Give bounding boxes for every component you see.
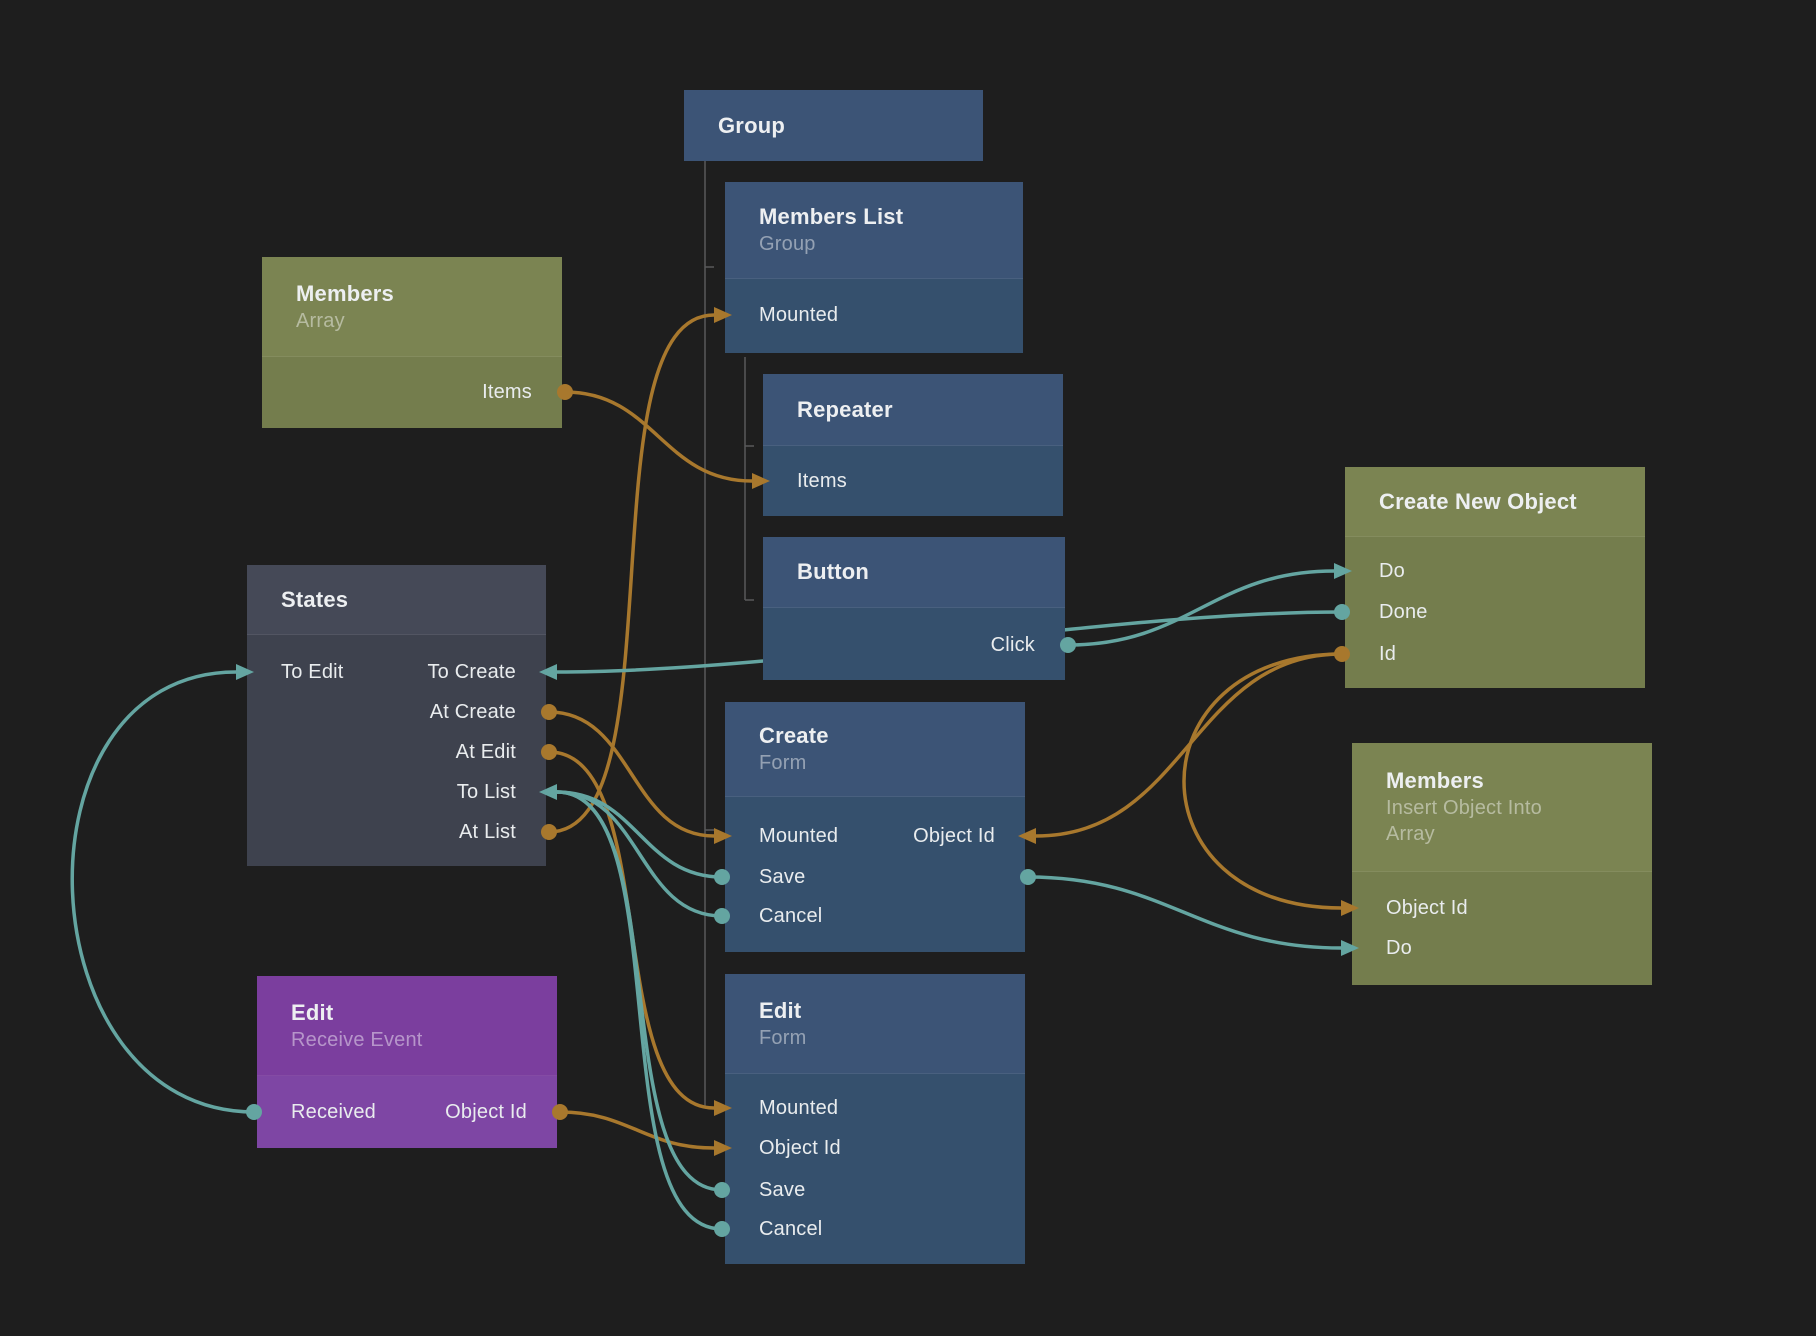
node-repeater[interactable]: Repeater Items [763, 374, 1063, 516]
node-title: Edit [291, 999, 493, 1027]
wire-create_form.save--states.to_list[interactable] [557, 792, 722, 877]
node-graph-canvas[interactable]: GroupMembers ListGroupMountedMembersArra… [0, 0, 1816, 1336]
node-button[interactable]: Button Click [763, 537, 1065, 680]
wire-states.at_list--members_list.mounted[interactable] [549, 315, 714, 832]
port-states-at_list[interactable]: At List [459, 819, 516, 845]
port-create_form-object_id[interactable]: Object Id [913, 823, 995, 849]
node-title: Members List [759, 203, 959, 231]
wire-states.at_create--create_form.mounted[interactable] [549, 712, 714, 836]
port-states-at_create[interactable]: At Create [430, 699, 516, 725]
port-states-to_edit[interactable]: To Edit [281, 659, 344, 685]
node-title: Edit [759, 997, 961, 1025]
wire-members_array.items--repeater.items[interactable] [565, 392, 752, 481]
node-subtitle: Form [759, 1025, 961, 1051]
port-button-click[interactable]: Click [991, 632, 1035, 658]
node-create_form[interactable]: CreateForm Mounted Object Id Save Cancel [725, 702, 1025, 952]
port-states-at_edit[interactable]: At Edit [456, 739, 516, 765]
port-create_new_object-done[interactable]: Done [1379, 599, 1428, 625]
node-members_array[interactable]: MembersArray Items [262, 257, 562, 428]
node-header: Members ListGroup [725, 182, 1023, 279]
port-create_form-cancel[interactable]: Cancel [759, 903, 822, 929]
port-members_list-mounted[interactable]: Mounted [759, 302, 838, 328]
port-edit_receive-received[interactable]: Received [291, 1099, 376, 1125]
node-title: Create [759, 722, 961, 750]
node-members_list[interactable]: Members ListGroup Mounted [725, 182, 1023, 353]
node-subtitle: Form [759, 750, 961, 776]
port-members_insert-do[interactable]: Do [1386, 935, 1412, 961]
wire-create_form.cancel--states.to_list[interactable] [557, 792, 722, 916]
port-create_new_object-id[interactable]: Id [1379, 641, 1396, 667]
port-states-to_list[interactable]: To List [457, 779, 516, 805]
port-create_form-save[interactable]: Save [759, 864, 805, 890]
port-create_form-mounted[interactable]: Mounted [759, 823, 838, 849]
node-title: Group [718, 112, 919, 140]
node-title: Button [797, 558, 1001, 586]
node-header: EditReceive Event [257, 976, 557, 1076]
node-header: Button [763, 537, 1065, 608]
node-header: Group [684, 90, 983, 161]
node-create_new_object[interactable]: Create New Object Do Done Id [1345, 467, 1645, 688]
port-members_insert-object_id[interactable]: Object Id [1386, 895, 1468, 921]
node-subtitle: Insert Object Into Array [1386, 795, 1588, 847]
port-edit_receive-object_id[interactable]: Object Id [445, 1099, 527, 1125]
node-header: MembersArray [262, 257, 562, 357]
wire-edit_form.save--states.to_list[interactable] [557, 792, 722, 1190]
node-edit_receive[interactable]: EditReceive Event Received Object Id [257, 976, 557, 1148]
port-repeater-items[interactable]: Items [797, 468, 847, 494]
port-members_array-items[interactable]: Items [482, 379, 532, 405]
wire-edit_receive.received--states.to_edit[interactable] [72, 672, 254, 1112]
node-header: Repeater [763, 374, 1063, 446]
node-subtitle: Array [296, 308, 498, 334]
port-edit_form-cancel[interactable]: Cancel [759, 1216, 822, 1242]
node-title: States [281, 586, 482, 614]
wire-create_new_object.id--create_form.object_id[interactable] [1036, 654, 1342, 836]
node-header: Create New Object [1345, 467, 1645, 537]
node-title: Members [1386, 767, 1588, 795]
node-title: Repeater [797, 396, 999, 424]
node-header: CreateForm [725, 702, 1025, 797]
wire-create_new_object.id--members_insert.object_id[interactable] [1184, 654, 1342, 908]
node-states[interactable]: States To Edit To Create At Create At Edit To… [247, 565, 546, 866]
node-group[interactable]: Group [684, 90, 983, 161]
node-header: States [247, 565, 546, 635]
node-subtitle: Group [759, 231, 959, 257]
wire-button.click--create_new_object.do[interactable] [1068, 571, 1334, 645]
wire-edit_form.cancel--states.to_list[interactable] [557, 792, 722, 1229]
node-header: EditForm [725, 974, 1025, 1074]
wire-states.at_edit--edit_form.mounted[interactable] [549, 752, 714, 1108]
node-title: Members [296, 280, 498, 308]
wire-create_form.save_r--members_insert.do[interactable] [1028, 877, 1341, 948]
node-subtitle: Receive Event [291, 1027, 493, 1053]
node-header: MembersInsert Object Into Array [1352, 743, 1652, 872]
node-title: Create New Object [1379, 488, 1581, 516]
port-edit_form-object_id[interactable]: Object Id [759, 1135, 841, 1161]
port-states-to_create[interactable]: To Create [427, 659, 516, 685]
node-edit_form[interactable]: EditForm Mounted Object Id Save Cancel [725, 974, 1025, 1264]
wire-edit_receive.object_id--edit_form.object_id[interactable] [560, 1112, 714, 1148]
port-edit_form-mounted[interactable]: Mounted [759, 1095, 838, 1121]
port-edit_form-save[interactable]: Save [759, 1177, 805, 1203]
port-create_new_object-do[interactable]: Do [1379, 558, 1405, 584]
node-members_insert[interactable]: MembersInsert Object Into Array Object Id… [1352, 743, 1652, 985]
